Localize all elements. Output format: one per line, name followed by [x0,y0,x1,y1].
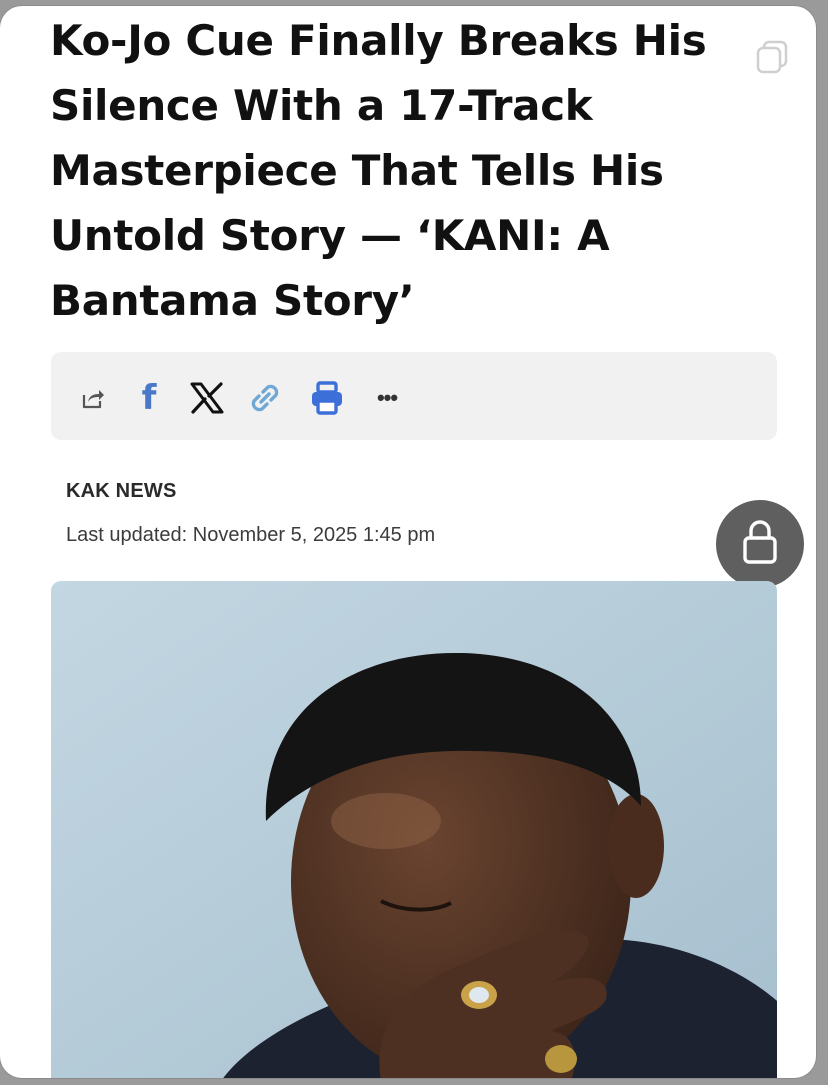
article-byline[interactable]: KAK NEWS [66,480,177,503]
last-updated: Last updated: November 5, 2025 1:45 pm [66,524,436,546]
share-bar: f ••• [51,352,777,440]
hero-image [51,581,777,1078]
x-icon[interactable] [187,380,227,416]
article-card: Ko-Jo Cue Finally Breaks His Silence Wit… [0,6,816,1078]
print-icon[interactable] [307,380,347,416]
copy-icon[interactable] [752,36,792,76]
facebook-icon[interactable]: f [135,378,163,418]
article-headline: Ko-Jo Cue Finally Breaks His Silence Wit… [50,16,707,325]
link-icon[interactable] [245,380,285,416]
lock-button[interactable] [716,500,804,588]
share-icon[interactable] [77,380,107,416]
lock-icon [740,518,780,571]
more-icon[interactable]: ••• [367,380,407,416]
